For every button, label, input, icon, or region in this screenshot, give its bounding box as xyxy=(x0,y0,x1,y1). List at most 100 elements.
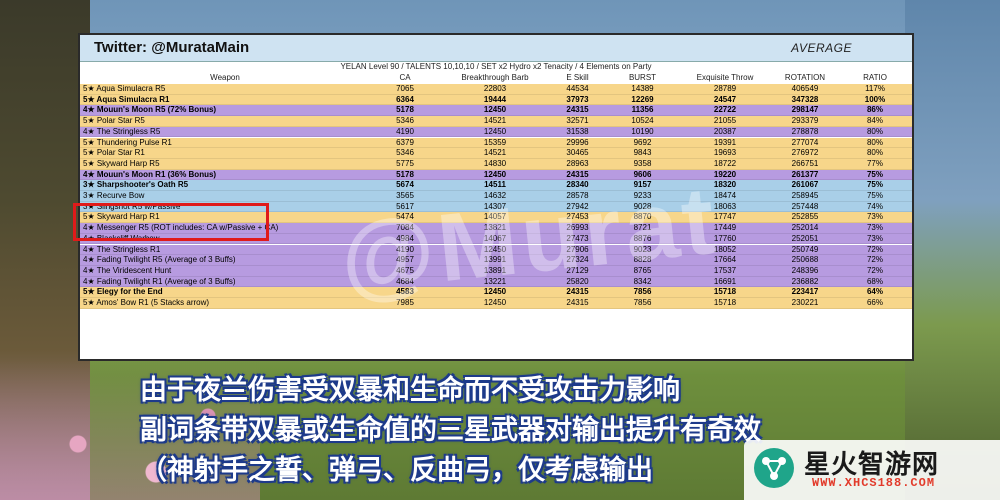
table-cell: 72% xyxy=(866,255,883,265)
table-cell: 80% xyxy=(866,126,883,136)
table-cell: 22722 xyxy=(713,105,737,115)
table-cell: 298147 xyxy=(791,105,819,115)
table-cell: 248396 xyxy=(791,265,819,275)
weapon-name: 5★ Aqua Simulacra R5 xyxy=(83,84,166,93)
molecule-logo-icon xyxy=(754,448,794,488)
background-right-scene xyxy=(905,0,1000,500)
table-cell: 80% xyxy=(866,137,883,147)
caption-line-3: （神射手之誓、弹弓、反曲弓，仅考虑输出 xyxy=(140,455,653,486)
table-cell: 72% xyxy=(866,244,883,254)
table-row: 4★ Mouun's Moon R1 (36% Bonus) 5178 12450 2… xyxy=(80,169,912,181)
table-cell: 72% xyxy=(866,265,883,275)
weapon-name: 4★ The Viridescent Hunt xyxy=(83,265,172,275)
table-cell: 20387 xyxy=(713,126,737,136)
table-cell: 5178 xyxy=(396,169,414,179)
table-row: 5★ Polar Star R1 5346 14521 30465 9843 19693 2… xyxy=(80,148,912,159)
table-cell: 278878 xyxy=(791,126,819,136)
table-cell: 73% xyxy=(866,212,883,222)
table-cell: 12450 xyxy=(483,105,507,115)
table-cell: 32571 xyxy=(566,116,589,126)
table-cell: 80% xyxy=(866,148,883,158)
column-header: ROTATION xyxy=(784,73,826,82)
table-cell: 75% xyxy=(866,191,883,200)
weapon-name: 5★ Elegy for the End xyxy=(83,287,163,297)
column-header: Exquisite Throw xyxy=(696,73,754,82)
weapon-name: 4★ Fading Twilight R5 (Average of 3 Buff… xyxy=(83,255,236,265)
table-cell: 12269 xyxy=(631,94,654,104)
table-cell: 29996 xyxy=(566,137,589,147)
weapon-comparison-table: Twitter: @MurataMain AVERAGE YELAN Level… xyxy=(78,33,914,361)
table-cell: 37973 xyxy=(566,94,589,104)
table-cell: 223417 xyxy=(791,287,819,297)
table-cell: 75% xyxy=(866,180,883,190)
table-cell: 9692 xyxy=(633,137,652,147)
table-cell: 28789 xyxy=(713,84,737,93)
table-cell: 22803 xyxy=(483,84,507,93)
table-cell: 11356 xyxy=(631,105,654,115)
table-cell: 14521 xyxy=(483,148,507,158)
table-cell: 257448 xyxy=(791,201,819,211)
table-cell: 15718 xyxy=(713,287,737,297)
table-row: 5★ Skyward Harp R5 5775 14830 28963 9358 1872… xyxy=(80,158,912,170)
table-cell: 7065 xyxy=(396,84,414,93)
column-header: RATIO xyxy=(863,73,887,82)
weapon-name: 4★ The Stringless R5 xyxy=(83,126,161,136)
weapon-name: 4★ The Stringless R1 xyxy=(83,244,161,254)
table-header-bar: Twitter: @MurataMain AVERAGE xyxy=(80,35,912,62)
table-cell: 9358 xyxy=(633,158,652,168)
column-header: CA xyxy=(399,73,411,82)
table-cell: 28963 xyxy=(566,158,589,168)
table-cell: 12450 xyxy=(483,169,507,179)
table-cell: 277074 xyxy=(791,137,819,147)
table-cell: 252051 xyxy=(791,233,819,243)
table-cell: 73% xyxy=(866,233,883,243)
table-cell: 24315 xyxy=(566,105,589,115)
table-cell: 12450 xyxy=(483,126,507,136)
table-cell: 293379 xyxy=(791,116,819,126)
table-cell: 9843 xyxy=(633,148,652,158)
table-cell: 100% xyxy=(864,94,886,104)
table-cell: 19391 xyxy=(713,137,737,147)
table-cell: 252014 xyxy=(791,223,819,233)
table-cell: 261067 xyxy=(791,180,819,190)
table-row: 5★ Aqua Simulacra R5 7065 22803 44534 14389 2… xyxy=(80,84,912,95)
table-cell: 5346 xyxy=(396,116,414,126)
table-cell: 15718 xyxy=(713,298,737,307)
caption-line-1: 由于夜兰伤害受双暴和生命而不受攻击力影响 xyxy=(140,375,680,406)
table-cell: 5346 xyxy=(396,148,414,158)
table-cell: 6364 xyxy=(396,94,414,104)
weapon-name: 5★ Polar Star R5 xyxy=(83,116,145,126)
table-cell: 68% xyxy=(866,276,883,286)
weapon-name: 3★ Sharpshooter's Oath R5 xyxy=(83,180,189,190)
table-row: 5★ Aqua Simulacra R1 6364 19444 37973 12269 2… xyxy=(80,94,912,106)
table-cell: 24547 xyxy=(713,94,737,104)
table-cell: 347328 xyxy=(791,94,819,104)
weapon-name: 5★ Aqua Simulacra R1 xyxy=(83,94,170,104)
table-row: 4★ Mouun's Moon R5 (72% Bonus) 5178 12450 2… xyxy=(80,105,912,117)
table-cell: 7856 xyxy=(633,298,652,307)
table-cell: 406549 xyxy=(791,84,819,93)
table-cell: 4190 xyxy=(396,126,414,136)
table-row: 4★ The Stringless R5 4190 12450 31538 10190 2… xyxy=(80,126,912,138)
table-cell: 31538 xyxy=(566,126,589,136)
weapon-name: 4★ Fading Twilight R1 (Average of 3 Buff… xyxy=(83,276,236,286)
table-cell: 84% xyxy=(866,116,883,126)
table-cell: 14521 xyxy=(483,116,507,126)
weapon-name: 5★ Thundering Pulse R1 xyxy=(83,137,172,147)
table-cell: 230221 xyxy=(791,298,819,307)
twitter-handle: Twitter: @MurataMain xyxy=(94,39,250,56)
table-cell: 73% xyxy=(866,223,883,233)
caption-line-2: 副词条带双暴或生命值的三星武器对输出提升有奇效 xyxy=(140,415,761,446)
table-cell: 5674 xyxy=(396,180,414,190)
weapon-name: 4★ Mouun's Moon R1 (36% Bonus) xyxy=(83,169,217,179)
column-header: BURST xyxy=(628,73,657,82)
table-cell: 250688 xyxy=(791,255,819,265)
table-cell: 258945 xyxy=(791,191,819,200)
table-cell: 19444 xyxy=(483,94,507,104)
table-cell: 74% xyxy=(866,201,883,211)
table-cell: 21055 xyxy=(713,116,737,126)
three-star-highlight-box xyxy=(73,203,269,241)
table-cell: 24315 xyxy=(566,298,589,307)
site-logo: 星火智游网 WWW.XHCS188.COM xyxy=(744,440,1000,500)
table-cell: 19693 xyxy=(713,148,737,158)
